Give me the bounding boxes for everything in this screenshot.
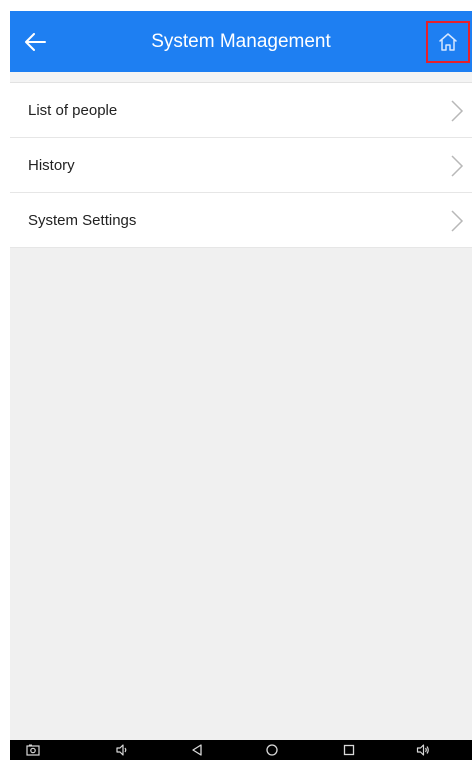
menu-item-label: List of people [28, 102, 118, 119]
menu-item-list-of-people[interactable]: List of people [10, 83, 472, 138]
settings-menu: List of people History System Settings [10, 83, 472, 248]
chevron-right-icon [451, 100, 464, 122]
volume-up-icon[interactable] [416, 743, 430, 757]
recent-apps-icon[interactable] [342, 743, 356, 757]
home-circle-icon[interactable] [265, 743, 279, 757]
header-spacer [10, 72, 472, 83]
back-button[interactable] [20, 27, 50, 57]
home-icon [439, 33, 457, 51]
chevron-right-icon [451, 155, 464, 177]
arrow-left-icon [25, 33, 46, 51]
system-nav-bar [10, 740, 472, 760]
screenshot-icon[interactable] [26, 743, 40, 757]
menu-item-label: History [28, 157, 75, 174]
top-app-bar: System Management [10, 11, 472, 72]
menu-item-system-settings[interactable]: System Settings [10, 193, 472, 248]
home-button[interactable] [426, 21, 470, 63]
menu-item-label: System Settings [28, 212, 137, 229]
menu-item-history[interactable]: History [10, 138, 472, 193]
chevron-right-icon [451, 210, 464, 232]
back-triangle-icon[interactable] [190, 743, 204, 757]
page-title: System Management [151, 31, 331, 52]
volume-down-icon[interactable] [115, 743, 129, 757]
app-screen: System Management List of people History [10, 11, 472, 760]
